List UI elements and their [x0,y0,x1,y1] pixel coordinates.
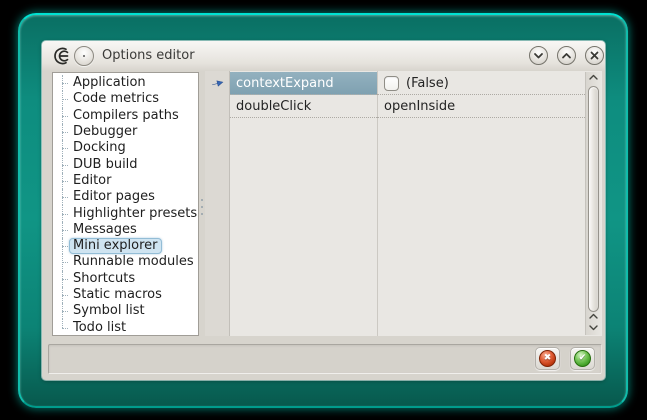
property-value-label: openInside [384,99,455,114]
sidebar-item-compilers-paths[interactable]: Compilers paths [56,108,198,124]
sidebar-item-label: Symbol list [69,303,149,319]
sidebar-item-label: Shortcuts [69,271,139,287]
property-row-contextExpand[interactable]: contextExpand (False) [205,72,585,95]
property-grid[interactable]: contextExpand (False) doubleClick openInsid… [205,71,602,336]
sidebar-item-highlighter-presets[interactable]: Highlighter presets [56,205,198,221]
property-grid-rows: contextExpand (False) doubleClick openInsid… [205,72,585,118]
ok-button[interactable]: ✔ [570,347,595,370]
checkbox-unchecked[interactable] [384,76,399,91]
sidebar-item-label: Debugger [69,124,141,140]
tree-branch-icon [56,271,69,287]
chevron-down-icon [589,324,598,331]
sidebar-item-label: Application [69,75,150,91]
sidebar-item-code-metrics[interactable]: Code metrics [56,91,198,107]
selected-row-arrow-icon [210,77,225,91]
property-name[interactable]: doubleClick [230,95,377,118]
accept-check-icon: ✔ [574,350,591,367]
sidebar-item-label: Editor [69,173,115,189]
splitter-handle[interactable] [200,199,204,215]
sidebar-item-label: Docking [69,140,130,156]
sidebar-item-mini-explorer[interactable]: Mini explorer [56,238,198,254]
sidebar-item-label: DUB build [69,157,142,173]
tree-branch-icon [56,238,69,254]
sidebar-item-label: Editor pages [69,189,159,205]
row-gutter-cell [205,95,230,118]
window-title: Options editor [102,41,195,71]
sidebar-item-static-macros[interactable]: Static macros [56,287,198,303]
scrollbar-thumb[interactable] [588,86,599,312]
footer-panel [48,344,602,374]
chevron-up-icon [589,74,598,81]
row-gutter-cell [205,72,230,95]
window-menu-button[interactable] [74,46,94,66]
cancel-button[interactable]: ✖ [535,347,560,370]
tree-branch-icon [56,140,69,156]
desktop-background: Options editor Application [0,0,647,420]
tree-branch-icon [56,108,69,124]
sidebar-item-debugger[interactable]: Debugger [56,124,198,140]
window-frame: Options editor Application [18,13,628,408]
scroll-down-button[interactable] [589,322,598,333]
maximize-button[interactable] [557,46,576,65]
tree-branch-icon [56,287,69,303]
sidebar-item-editor[interactable]: Editor [56,173,198,189]
sidebar-item-dub-build[interactable]: DUB build [56,156,198,172]
titlebar[interactable]: Options editor [42,41,605,71]
chevron-up-icon [560,49,573,62]
scrollbar-bottom-buttons [586,311,601,333]
tree-branch-icon [56,156,69,172]
close-icon [588,49,601,62]
tree-branch-icon [56,189,69,205]
sidebar-item-label: Highlighter presets [69,206,199,222]
sidebar-item-application[interactable]: Application [56,75,198,91]
sidebar-item-label: Messages [69,222,141,238]
tree-branch-icon [56,254,69,270]
sidebar-item-label: Compilers paths [69,108,183,124]
sidebar-item-symbol-list[interactable]: Symbol list [56,303,198,319]
sidebar-item-label: Static macros [69,287,166,303]
scroll-up-button[interactable] [586,72,601,83]
tree-branch-icon [56,124,69,140]
sidebar-item-todo-list[interactable]: Todo list [56,319,198,335]
sidebar-item-label: Code metrics [69,91,163,107]
property-value[interactable]: openInside [377,95,585,118]
chevron-up-icon [589,313,598,320]
tree-branch-icon [56,75,69,91]
tree-branch-icon [56,91,69,107]
sidebar-item-docking[interactable]: Docking [56,140,198,156]
tree-branch-icon [56,303,69,319]
vertical-scrollbar[interactable] [585,72,601,335]
sidebar-item-label: Runnable modules [69,254,198,270]
sidebar-item-label: Todo list [69,320,130,336]
sidebar-item-runnable-modules[interactable]: Runnable modules [56,254,198,270]
sidebar-item-editor-pages[interactable]: Editor pages [56,189,198,205]
cancel-x-icon: ✖ [539,350,556,367]
sidebar-item-messages[interactable]: Messages [56,222,198,238]
tree-branch-icon [56,205,69,221]
options-category-tree[interactable]: ApplicationCode metricsCompilers pathsDe… [52,72,199,336]
chevron-down-icon [532,49,545,62]
tree-branch-icon [56,319,69,335]
property-value[interactable]: (False) [377,72,585,95]
options-editor-window: Options editor Application [42,41,605,380]
sidebar-item-shortcuts[interactable]: Shortcuts [56,271,198,287]
property-value-label: (False) [406,76,449,91]
app-icon [51,45,73,67]
sidebar-item-label: Mini explorer [69,238,162,254]
tree-branch-icon [56,222,69,238]
close-button[interactable] [585,46,604,65]
minimize-button[interactable] [529,46,548,65]
scroll-up-button-alt[interactable] [589,311,598,322]
tree-branch-icon [56,173,69,189]
property-row-doubleClick[interactable]: doubleClick openInside [205,95,585,118]
property-name[interactable]: contextExpand [230,72,377,95]
